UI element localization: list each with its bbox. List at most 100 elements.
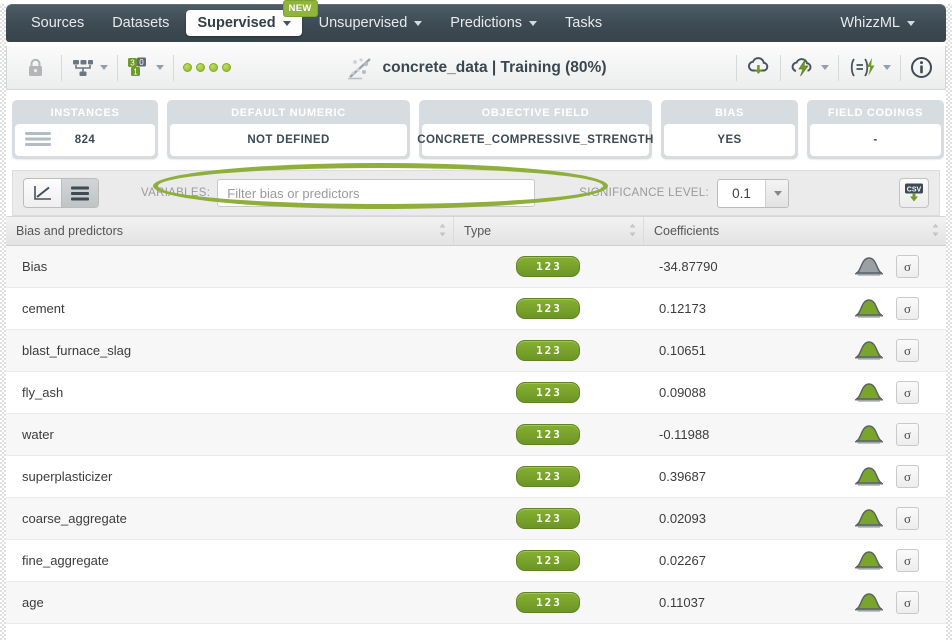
curve-green-icon[interactable] (854, 338, 884, 363)
sort-arrows-icon (932, 223, 939, 240)
table-row[interactable]: age 123 0.11037 σ (6, 582, 946, 624)
metric-card-bias: BIAS YES (661, 100, 798, 159)
table-row[interactable]: water 123 -0.11988 σ (6, 414, 946, 456)
nav-item-whizzml[interactable]: WhizzML (829, 10, 926, 36)
table-row[interactable]: cement 123 0.12173 σ (6, 288, 946, 330)
nav-item-datasets[interactable]: Datasets (101, 10, 180, 36)
variables-label: VARIABLES: (141, 187, 211, 199)
metric-label: INSTANCES (50, 107, 120, 119)
sigma-button[interactable]: σ (896, 465, 919, 488)
table-row[interactable]: coarse_aggregate 123 0.02093 σ (6, 498, 946, 540)
column-header-coefficients[interactable]: Coefficients (643, 217, 946, 245)
curve-green-icon[interactable] (854, 422, 884, 447)
variables-filter-input[interactable] (217, 179, 536, 207)
status-dot (196, 63, 205, 72)
toolbar-separator (173, 54, 174, 81)
significance-level-label: SIGNIFICANCE LEVEL: (579, 187, 709, 199)
table-row[interactable]: Bias 123 -34.87790 σ (6, 246, 946, 288)
status-dot (222, 63, 231, 72)
table-row[interactable]: fly_ash 123 0.09088 σ (6, 372, 946, 414)
row-actions: σ (854, 296, 946, 321)
sigma-button[interactable]: σ (896, 591, 919, 614)
prediction-formula-icon[interactable] (848, 56, 891, 79)
numeric-type-badge: 123 (516, 508, 580, 529)
sigma-button[interactable]: σ (896, 255, 919, 278)
nav-item-predictions[interactable]: Predictions (439, 10, 548, 36)
svg-text:3: 3 (130, 58, 135, 67)
chevron-down-icon (883, 65, 891, 70)
nav-label: Unsupervised (318, 15, 408, 31)
row-actions: σ (854, 338, 946, 363)
numeric-type-badge: 123 (516, 256, 580, 277)
chart-view-icon[interactable] (24, 179, 61, 207)
page-title: concrete_data | Training (80%) (382, 58, 607, 76)
column-label: Coefficients (654, 224, 720, 238)
toolbar-separator (117, 54, 118, 81)
curve-green-icon[interactable] (854, 464, 884, 489)
nav-label: Sources (31, 15, 85, 31)
toolbar-separator (838, 54, 839, 81)
nav-label: Datasets (112, 15, 170, 31)
sigma-button[interactable]: σ (896, 507, 919, 530)
toolbar-separator (780, 54, 781, 81)
curve-green-icon[interactable] (854, 296, 884, 321)
nav-item-sources[interactable]: Sources (20, 10, 95, 36)
row-actions: σ (854, 422, 946, 447)
numeric-type-badge: 123 (516, 382, 580, 403)
coefficient-value: 0.02093 (659, 511, 706, 526)
page-edge-right (946, 4, 952, 640)
list-view-icon[interactable] (61, 179, 98, 207)
field-type-cell: 123 (453, 550, 643, 571)
curve-gray-icon[interactable] (854, 254, 884, 279)
table-row[interactable]: superplasticizer 123 0.39687 σ (6, 456, 946, 498)
sigma-button[interactable]: σ (896, 549, 919, 572)
coefficient-value: 0.12173 (659, 301, 706, 316)
curve-green-icon[interactable] (854, 548, 884, 573)
status-dot (183, 63, 192, 72)
column-header-bias-and-predictors[interactable]: Bias and predictors (6, 217, 453, 245)
chevron-down-icon (282, 20, 291, 26)
predictor-name: Bias (22, 259, 48, 274)
sigma-button[interactable]: σ (896, 423, 919, 446)
nav-item-supervised[interactable]: Supervised NEW (186, 0, 318, 36)
sort-arrows-icon (629, 223, 636, 240)
sigma-button[interactable]: σ (896, 339, 919, 362)
coefficient-value: -34.87790 (659, 259, 718, 274)
curve-green-icon[interactable] (854, 590, 884, 615)
field-type-cell: 123 (453, 508, 643, 529)
curve-green-icon[interactable] (854, 506, 884, 531)
lock-icon[interactable] (19, 58, 52, 77)
numeric-type-badge: 123 (516, 424, 580, 445)
significance-level-value: 0.1 (732, 185, 751, 201)
table-row[interactable]: fine_aggregate 123 0.02267 σ (6, 540, 946, 582)
metric-card-field-codings: FIELD CODINGS - (807, 100, 944, 159)
table-row[interactable]: blast_furnace_slag 123 0.10651 σ (6, 330, 946, 372)
column-header-type[interactable]: Type (453, 217, 643, 245)
field-type-cell: 123 (453, 466, 643, 487)
nav-label: Predictions (450, 15, 523, 31)
numeric-type-badge: 123 (516, 298, 580, 319)
coefficient-value: 0.10651 (659, 343, 706, 358)
csv-download-icon[interactable]: CSV (899, 178, 929, 208)
coefficient-value: 0.11037 (659, 595, 706, 610)
field-types-icon[interactable]: 3 0 1 (127, 57, 164, 78)
nav-label: Tasks (565, 15, 603, 31)
nav-label: WhizzML (840, 15, 900, 31)
significance-level-select[interactable]: 0.1 (716, 178, 789, 208)
metric-value: YES (664, 124, 795, 156)
sigma-button[interactable]: σ (896, 297, 919, 320)
info-icon[interactable] (910, 56, 933, 79)
metric-value: - (810, 124, 941, 156)
field-type-cell: 123 (453, 298, 643, 319)
download-cloud-icon[interactable] (746, 56, 771, 79)
nav-item-tasks[interactable]: Tasks (554, 10, 613, 36)
coefficient-value: 0.09088 (659, 385, 706, 400)
model-tree-icon[interactable] (71, 58, 108, 78)
batch-prediction-icon[interactable] (790, 56, 829, 79)
curve-green-icon[interactable] (854, 380, 884, 405)
metric-label: FIELD CODINGS (827, 107, 924, 119)
nav-item-unsupervised[interactable]: Unsupervised (308, 10, 434, 36)
metric-value: 824 (74, 134, 96, 146)
sigma-button[interactable]: σ (896, 381, 919, 404)
sort-arrows-icon (439, 223, 446, 240)
